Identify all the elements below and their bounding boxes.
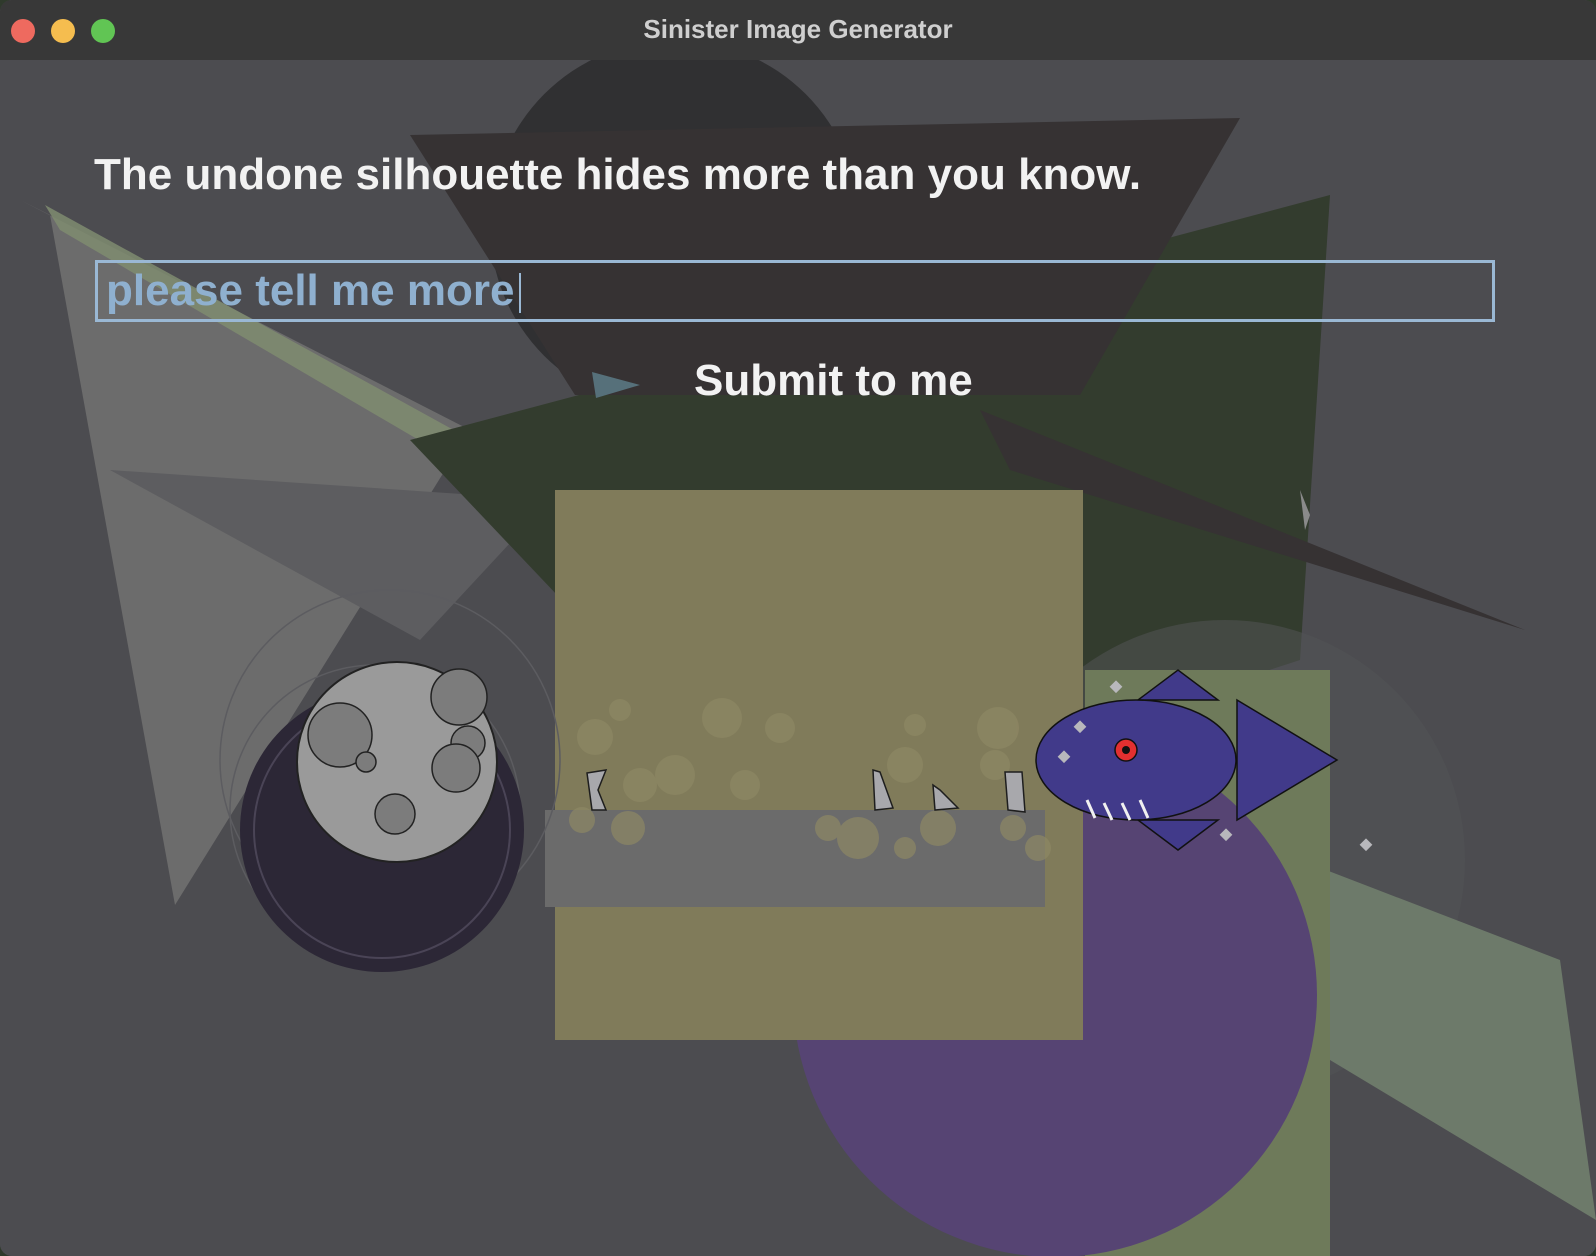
app-window: Sinister Image Generator The undone silh… xyxy=(0,0,1596,1256)
generated-image-canvas xyxy=(0,60,1596,1256)
submit-button[interactable]: Submit to me xyxy=(680,350,1000,412)
prompt-input[interactable] xyxy=(95,260,1495,322)
window-title: Sinister Image Generator xyxy=(643,14,953,44)
sinister-artwork xyxy=(0,60,1596,1256)
title-bar[interactable]: Sinister Image Generator xyxy=(0,0,1596,61)
prompt-headline: The undone silhouette hides more than yo… xyxy=(94,150,1142,199)
text-caret xyxy=(519,273,521,313)
